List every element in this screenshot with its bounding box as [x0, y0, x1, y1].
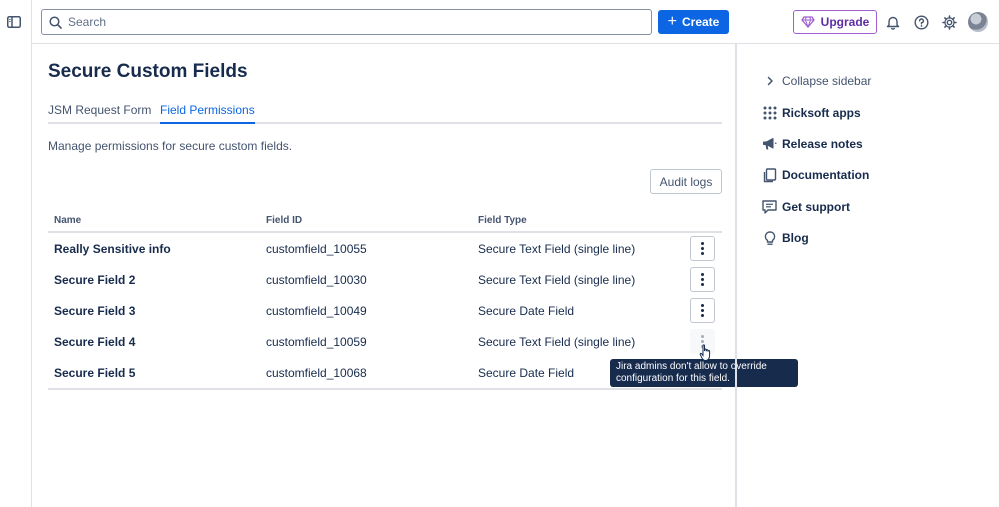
field-name: Secure Field 2 [54, 273, 136, 287]
upgrade-button-label: Upgrade [820, 15, 870, 29]
collapse-sidebar-label: Collapse sidebar [782, 74, 872, 88]
field-type: Secure Date Field [478, 366, 575, 380]
notifications-bell-icon[interactable] [883, 12, 903, 32]
search-icon [49, 15, 62, 29]
row-actions-button[interactable] [690, 236, 715, 261]
create-button[interactable]: + Create [658, 10, 729, 34]
field-name: Really Sensitive info [54, 242, 171, 256]
gem-icon [801, 16, 815, 28]
plus-icon: + [667, 13, 677, 30]
field-id: customfield_10059 [266, 335, 367, 349]
help-icon[interactable] [911, 12, 931, 32]
column-header-field-id[interactable]: Field ID [266, 215, 302, 226]
search-box[interactable] [41, 9, 652, 35]
table-header: Name Field ID Field Type [48, 210, 722, 233]
row-actions-button[interactable] [690, 298, 715, 323]
sidebar-item-label: Documentation [782, 168, 870, 182]
settings-gear-icon[interactable] [939, 12, 959, 32]
tab-list: JSM Request Form Field Permissions [48, 102, 722, 124]
page-description: Manage permissions for secure custom fie… [48, 139, 293, 153]
lightbulb-icon [761, 230, 778, 247]
column-header-name[interactable]: Name [54, 215, 81, 226]
sidebar-item-label: Blog [782, 231, 809, 245]
field-id: customfield_10030 [266, 273, 367, 287]
left-rail [0, 0, 32, 507]
hand-pointer-cursor-icon [699, 344, 711, 362]
field-type: Secure Date Field [478, 304, 575, 318]
search-input[interactable] [68, 15, 628, 29]
sidebar-item-ricksoft-apps[interactable]: Ricksoft apps [761, 103, 861, 123]
table-row: Secure Field 2 customfield_10030 Secure … [48, 264, 722, 295]
field-id: customfield_10055 [266, 242, 367, 256]
tab-field-permissions[interactable]: Field Permissions [160, 103, 255, 124]
field-id: customfield_10068 [266, 366, 367, 380]
field-name: Secure Field 3 [54, 304, 136, 318]
sidebar-item-blog[interactable]: Blog [761, 228, 809, 248]
field-name: Secure Field 4 [54, 335, 136, 349]
field-type: Secure Text Field (single line) [478, 335, 636, 349]
more-vertical-icon [701, 273, 704, 286]
sidebar-item-label: Ricksoft apps [782, 106, 861, 120]
sidebar-item-label: Release notes [782, 137, 863, 151]
more-vertical-icon [701, 242, 704, 255]
page-title: Secure Custom Fields [48, 61, 248, 82]
field-type: Secure Text Field (single line) [478, 273, 636, 287]
sidebar-item-release-notes[interactable]: Release notes [761, 134, 863, 154]
documents-icon [761, 167, 778, 184]
field-id: customfield_10049 [266, 304, 367, 318]
apps-grid-icon [761, 105, 778, 122]
chevron-right-icon [761, 73, 778, 90]
support-chat-icon [761, 199, 778, 216]
sidebar-toggle-icon[interactable] [3, 12, 25, 32]
collapse-sidebar-button[interactable]: Collapse sidebar [761, 71, 871, 91]
table-row: Secure Field 3 customfield_10049 Secure … [48, 295, 722, 326]
field-name: Secure Field 5 [54, 366, 136, 380]
sidebar-item-documentation[interactable]: Documentation [761, 165, 869, 185]
top-navigation-bar: + Create Upgrade [32, 0, 999, 44]
upgrade-button[interactable]: Upgrade [793, 10, 877, 34]
tab-jsm-request-form[interactable]: JSM Request Form [48, 103, 151, 117]
create-button-label: Create [681, 15, 720, 29]
field-type: Secure Text Field (single line) [478, 242, 636, 256]
column-header-field-type[interactable]: Field Type [478, 215, 527, 226]
user-avatar[interactable] [968, 12, 988, 32]
audit-logs-button[interactable]: Audit logs [650, 169, 722, 194]
table-bottom-divider [48, 388, 722, 390]
sidebar-item-label: Get support [782, 200, 850, 214]
right-sidebar: Collapse sidebar Ricksoft apps Release n… [735, 44, 999, 507]
more-vertical-icon [701, 304, 704, 317]
table-row: Secure Field 4 customfield_10059 Secure … [48, 326, 722, 357]
megaphone-icon [761, 136, 778, 153]
table-row: Really Sensitive info customfield_10055 … [48, 233, 722, 264]
sidebar-item-get-support[interactable]: Get support [761, 197, 850, 217]
row-actions-button[interactable] [690, 267, 715, 292]
